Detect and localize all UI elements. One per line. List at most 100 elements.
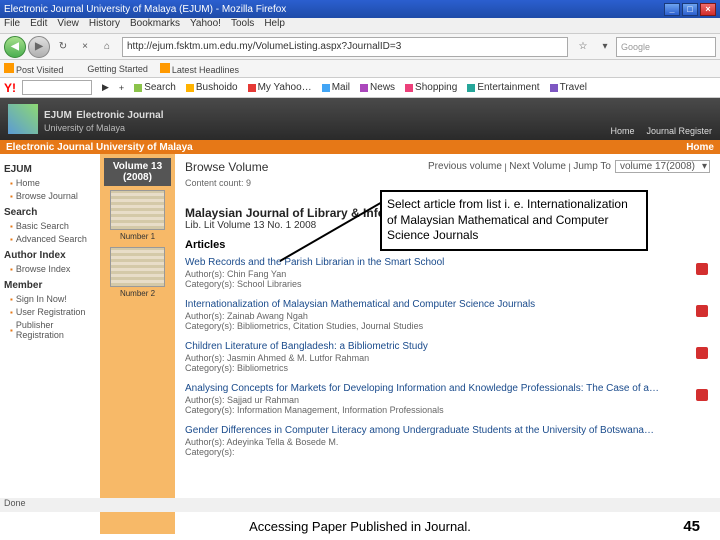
volume-select[interactable]: volume 17(2008) xyxy=(615,160,710,173)
orange-bar: Electronic Journal University of Malaya … xyxy=(0,140,720,154)
article-item[interactable]: Internationalization of Malaysian Mathem… xyxy=(185,299,710,331)
page-number: 45 xyxy=(683,518,700,535)
ytb-myyahoo[interactable]: My Yahoo… xyxy=(248,82,312,93)
side-member: Member xyxy=(4,280,96,291)
ytb-travel[interactable]: Travel xyxy=(550,82,587,93)
menu-bar: File Edit View History Bookmarks Yahoo! … xyxy=(0,18,720,34)
side-home[interactable]: Home xyxy=(10,178,96,188)
bookmarks-toolbar: Post Visited Getting Started Latest Head… xyxy=(0,60,720,78)
maximize-button[interactable]: □ xyxy=(682,3,698,16)
menu-help[interactable]: Help xyxy=(264,18,285,33)
article-item[interactable]: Analysing Concepts for Markets for Devel… xyxy=(185,383,710,415)
volume-nav: Previous volume | Next Volume | Jump To … xyxy=(428,160,710,173)
status-bar: Done xyxy=(0,498,720,512)
ejum-logo-icon xyxy=(8,104,38,134)
reload-icon[interactable]: ↻ xyxy=(54,38,72,56)
address-bar: ◀ ▶ ↻ × ⌂ http://ejum.fsktm.um.edu.my/Vo… xyxy=(0,34,720,60)
bkm-latest-headlines[interactable]: Latest Headlines xyxy=(160,63,251,75)
ytb-shopping[interactable]: Shopping xyxy=(405,82,457,93)
ytb-mail[interactable]: Mail xyxy=(322,82,350,93)
ytb-plus[interactable]: + xyxy=(119,83,124,93)
issue-thumb-1[interactable] xyxy=(110,190,165,230)
issue-thumb-2[interactable] xyxy=(110,247,165,287)
yahoo-search-input[interactable] xyxy=(22,80,92,95)
issue-label-1[interactable]: Number 1 xyxy=(104,232,171,241)
side-ejum: EJUM xyxy=(4,164,96,175)
minimize-button[interactable]: _ xyxy=(664,3,680,16)
article-title[interactable]: Gender Differences in Computer Literacy … xyxy=(185,425,710,436)
url-input[interactable]: http://ejum.fsktm.um.edu.my/VolumeListin… xyxy=(122,37,568,57)
volume-panel: Volume 13(2008) Number 1 Number 2 xyxy=(100,154,175,534)
forward-button[interactable]: ▶ xyxy=(28,36,50,58)
ytb-go[interactable]: ▶ xyxy=(102,82,109,93)
menu-history[interactable]: History xyxy=(89,18,120,33)
prev-volume[interactable]: Previous volume xyxy=(428,161,502,172)
side-adv-search[interactable]: Advanced Search xyxy=(10,234,96,244)
stop-icon[interactable]: × xyxy=(76,38,94,56)
side-search: Search xyxy=(4,207,96,218)
pdf-icon[interactable] xyxy=(696,389,708,401)
sidebar: EJUM Home Browse Journal Search Basic Se… xyxy=(0,154,100,534)
ytb-news[interactable]: News xyxy=(360,82,395,93)
slide-footer: Accessing Paper Published in Journal. 45 xyxy=(0,512,720,540)
menu-yahoo[interactable]: Yahoo! xyxy=(190,18,221,33)
article-category: Category(s): xyxy=(185,447,710,457)
article-authors: Author(s): Zainab Awang Ngah xyxy=(185,311,710,321)
obar-title: Electronic Journal University of Malaya xyxy=(6,142,193,153)
next-volume[interactable]: Next Volume xyxy=(509,161,566,172)
search-input[interactable]: Google xyxy=(616,37,716,57)
menu-tools[interactable]: Tools xyxy=(231,18,254,33)
ytb-entertainment[interactable]: Entertainment xyxy=(467,82,539,93)
article-category: Category(s): Information Management, Inf… xyxy=(185,405,710,415)
pdf-icon[interactable] xyxy=(696,305,708,317)
obar-home[interactable]: Home xyxy=(686,142,714,153)
article-title[interactable]: Web Records and the Parish Librarian in … xyxy=(185,257,710,268)
bkm-getting-started[interactable]: Getting Started xyxy=(87,64,148,74)
ytb-bushoido[interactable]: Bushoido xyxy=(186,82,238,93)
side-browse-journal[interactable]: Browse Journal xyxy=(10,191,96,201)
side-basic-search[interactable]: Basic Search xyxy=(10,221,96,231)
article-title[interactable]: Children Literature of Bangladesh: a Bib… xyxy=(185,341,710,352)
yahoo-logo[interactable]: Y! xyxy=(4,81,16,95)
hdr-home[interactable]: Home xyxy=(610,126,634,136)
article-title[interactable]: Analysing Concepts for Markets for Devel… xyxy=(185,383,710,394)
article-category: Category(s): School Libraries xyxy=(185,279,710,289)
footer-caption: Accessing Paper Published in Journal. xyxy=(0,519,720,534)
ytb-search[interactable]: Search xyxy=(134,82,176,93)
side-signin[interactable]: Sign In Now! xyxy=(10,294,96,304)
volume-title: Volume 13(2008) xyxy=(104,158,171,186)
article-item[interactable]: Children Literature of Bangladesh: a Bib… xyxy=(185,341,710,373)
article-item[interactable]: Web Records and the Parish Librarian in … xyxy=(185,257,710,289)
article-item[interactable]: Gender Differences in Computer Literacy … xyxy=(185,425,710,457)
ejum-header: EJUM Electronic Journal University of Ma… xyxy=(0,98,720,140)
side-browse-index[interactable]: Browse Index xyxy=(10,264,96,274)
home-icon[interactable]: ⌂ xyxy=(98,38,116,56)
pdf-icon[interactable] xyxy=(696,347,708,359)
jump-label: Jump To xyxy=(573,161,611,172)
side-user-reg[interactable]: User Registration xyxy=(10,307,96,317)
ejum-subtitle: University of Malaya xyxy=(44,123,164,133)
menu-file[interactable]: File xyxy=(4,18,20,33)
hdr-journal-register[interactable]: Journal Register xyxy=(646,126,712,136)
ejum-brand: EJUM xyxy=(44,110,72,121)
side-pub-reg[interactable]: Publisher Registration xyxy=(10,320,96,340)
article-authors: Author(s): Chin Fang Yan xyxy=(185,269,710,279)
close-button[interactable]: × xyxy=(700,3,716,16)
article-authors: Author(s): Adeyinka Tella & Bosede M. xyxy=(185,437,710,447)
instruction-callout: Select article from list i. e. Internati… xyxy=(380,190,648,251)
pdf-icon[interactable] xyxy=(696,263,708,275)
menu-bookmarks[interactable]: Bookmarks xyxy=(130,18,180,33)
article-title[interactable]: Internationalization of Malaysian Mathem… xyxy=(185,299,710,310)
article-category: Category(s): Bibliometrics xyxy=(185,363,710,373)
menu-edit[interactable]: Edit xyxy=(30,18,47,33)
article-category: Category(s): Bibliometrics, Citation Stu… xyxy=(185,321,710,331)
back-button[interactable]: ◀ xyxy=(4,36,26,58)
dropdown-icon[interactable]: ▾ xyxy=(596,38,614,56)
window-title: Electronic Journal University of Malaya … xyxy=(4,4,662,15)
bkm-most-visited[interactable]: Post Visited xyxy=(4,63,75,75)
issue-label-2[interactable]: Number 2 xyxy=(104,289,171,298)
menu-view[interactable]: View xyxy=(57,18,79,33)
yahoo-toolbar: Y! ▶ + Search Bushoido My Yahoo… Mail Ne… xyxy=(0,78,720,98)
bookmark-star-icon[interactable]: ☆ xyxy=(574,38,592,56)
ejum-title: Electronic Journal xyxy=(76,110,163,121)
